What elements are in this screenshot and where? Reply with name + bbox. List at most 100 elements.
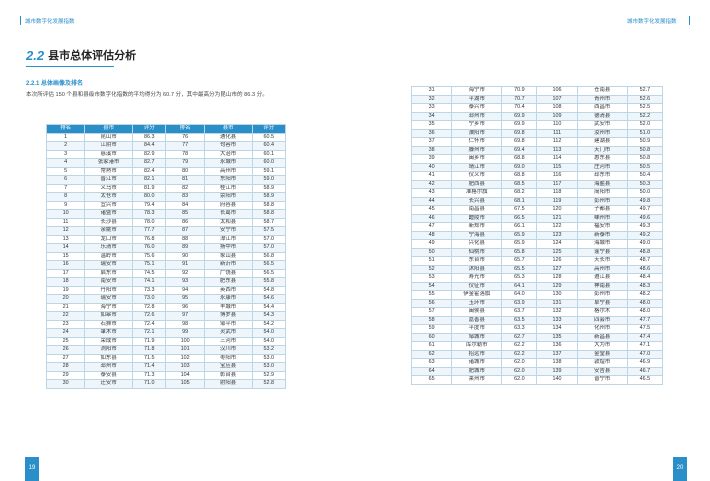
rank-cell: 64 xyxy=(410,366,453,376)
rank-cell: 139 xyxy=(536,366,578,376)
score-cell: 73.0 xyxy=(132,294,167,304)
county-cell: 宁乡市 xyxy=(451,120,503,130)
score-cell: 50.3 xyxy=(626,179,664,189)
rank-cell: 15 xyxy=(45,251,86,261)
county-cell: 太和县 xyxy=(203,217,253,227)
rank-cell: 47 xyxy=(410,222,453,232)
table-row: 21 海宁市 72.8 96 丰城市 54.4 xyxy=(45,302,287,312)
table-row: 56 玉环市 63.9 131 阜宁县 48.0 xyxy=(410,298,664,308)
rank-cell: 97 xyxy=(165,311,205,321)
table-row: 39 闽乡市 68.8 114 惠东县 50.8 xyxy=(410,154,664,164)
county-cell: 靖江市 xyxy=(451,162,503,172)
rank-cell: 135 xyxy=(536,332,578,342)
county-cell: 德清县 xyxy=(576,111,628,121)
rank-cell: 86 xyxy=(165,217,205,227)
score-cell: 70.7 xyxy=(501,94,538,104)
rank-cell: 37 xyxy=(410,137,453,147)
score-cell: 69.8 xyxy=(501,128,538,138)
table-row: 51 东台市 65.7 126 天长市 48.7 xyxy=(410,256,664,266)
table-row: 53 寿光市 65.3 128 遵江县 48.4 xyxy=(410,273,664,283)
score-cell: 68.1 xyxy=(501,196,538,206)
score-cell: 52.2 xyxy=(626,111,664,121)
table-row: 40 靖江市 69.0 115 庄河市 50.5 xyxy=(410,162,664,172)
score-cell: 52.5 xyxy=(626,103,664,113)
score-cell: 47.4 xyxy=(626,332,664,342)
rank-cell: 14 xyxy=(45,243,86,253)
rank-cell: 95 xyxy=(165,294,205,304)
table-row: 13 龙口市 76.8 88 漳江市 57.0 xyxy=(45,234,287,244)
rank-cell: 130 xyxy=(536,290,578,300)
rank-cell: 23 xyxy=(45,319,86,329)
score-cell: 79.4 xyxy=(132,200,167,210)
rank-cell: 88 xyxy=(165,234,205,244)
table-row: 11 长沙县 78.0 86 太和县 58.7 xyxy=(45,217,287,227)
score-cell: 69.8 xyxy=(501,137,538,147)
score-cell: 65.3 xyxy=(501,273,538,283)
county-cell: 新沂市 xyxy=(203,260,253,270)
score-cell: 46.9 xyxy=(626,358,664,368)
county-cell: 泰兴市 xyxy=(451,103,503,113)
county-cell: 子都县 xyxy=(576,205,628,215)
county-cell: 肇木市 xyxy=(84,328,134,338)
county-cell: 永康市 xyxy=(203,294,253,304)
county-cell: 仁怀市 xyxy=(451,137,503,147)
county-cell: 宝应县 xyxy=(203,362,253,372)
running-header: 城市数字化发展指数 xyxy=(627,19,677,25)
county-cell: 永城市 xyxy=(203,158,253,168)
rank-cell: 55 xyxy=(410,290,453,300)
score-cell: 52.7 xyxy=(626,86,664,96)
rank-cell: 124 xyxy=(536,239,578,249)
county-cell: 高州市 xyxy=(576,264,628,274)
score-cell: 48.3 xyxy=(626,281,664,291)
table-row: 27 如东县 71.5 102 枣阳市 53.0 xyxy=(45,353,287,363)
rank-cell: 121 xyxy=(536,213,578,223)
section-title: 县市总体评估分析 xyxy=(48,50,137,62)
score-cell: 78.0 xyxy=(132,217,167,227)
score-cell: 62.2 xyxy=(501,349,538,359)
county-cell: 青州市 xyxy=(576,94,628,104)
county-cell: 嘉善县 xyxy=(451,315,503,325)
county-cell: 肥东县 xyxy=(203,277,253,287)
county-cell: 海宁市 xyxy=(451,86,503,96)
rank-cell: 138 xyxy=(536,358,578,368)
header-divider xyxy=(20,16,21,25)
rank-cell: 11 xyxy=(45,217,86,227)
score-cell: 66.1 xyxy=(501,222,538,232)
score-cell: 59.1 xyxy=(251,166,287,176)
score-cell: 62.0 xyxy=(501,358,538,368)
county-cell: 瑞安市 xyxy=(84,294,134,304)
score-cell: 60.0 xyxy=(251,158,287,168)
table-row: 63 诸城市 62.0 138 敦煌市 46.9 xyxy=(410,358,664,368)
col-header-rank: 排名 xyxy=(165,124,205,134)
score-cell: 71.9 xyxy=(132,336,167,346)
rank-cell: 131 xyxy=(536,298,578,308)
rank-cell: 106 xyxy=(536,86,578,96)
rank-cell: 133 xyxy=(536,315,578,325)
score-cell: 71.4 xyxy=(132,362,167,372)
table-row: 45 南昌县 67.5 120 子都县 49.7 xyxy=(410,205,664,215)
county-cell: 长沙县 xyxy=(84,217,134,227)
table-row: 48 宁海县 65.9 123 新泰市 49.2 xyxy=(410,230,664,240)
county-cell: 象山县 xyxy=(203,251,253,261)
score-cell: 86.3 xyxy=(132,132,167,142)
county-cell: 仙桃市 xyxy=(451,247,503,257)
score-cell: 60.4 xyxy=(251,141,287,151)
score-cell: 54.3 xyxy=(251,311,287,321)
rank-cell: 81 xyxy=(165,175,205,185)
rank-cell: 99 xyxy=(165,328,205,338)
rank-cell: 29 xyxy=(45,370,86,380)
rank-cell: 137 xyxy=(536,349,578,359)
table-row: 1 昆山市 86.3 76 通化县 60.5 xyxy=(45,132,287,142)
county-cell: 荣成市 xyxy=(84,336,134,346)
rank-cell: 109 xyxy=(536,111,578,121)
county-cell: 荥阳市 xyxy=(203,192,253,202)
score-cell: 54.0 xyxy=(251,328,287,338)
county-cell: 南安市 xyxy=(84,277,134,287)
col-header-county: 县市 xyxy=(203,124,253,134)
score-cell: 72.4 xyxy=(132,319,167,329)
table-row: 16 瑞安市 75.1 91 新沂市 56.5 xyxy=(45,260,287,270)
county-cell: 莱州市 xyxy=(451,375,503,385)
rank-cell: 45 xyxy=(410,205,453,215)
left-page: 城市数字化发展指数 2.2 县市总体评估分析 2.2.1 总体画像及排名 本次所… xyxy=(0,0,355,481)
county-cell: 安吉县 xyxy=(576,366,628,376)
